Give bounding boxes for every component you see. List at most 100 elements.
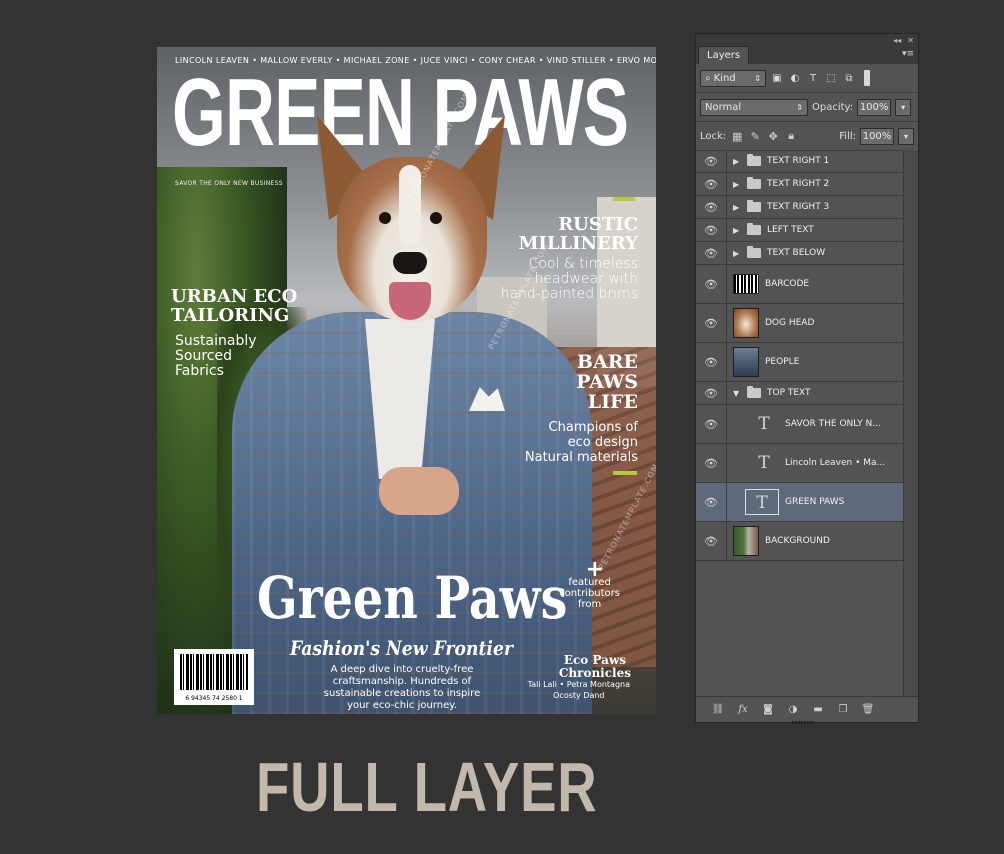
new-layer-icon[interactable]: ❐ [835, 703, 851, 717]
layer-name: TEXT RIGHT 2 [767, 179, 830, 189]
rustic-title: RUSTIC MILLINERY [518, 214, 638, 254]
type-layer-icon: T [758, 453, 770, 473]
resize-grip[interactable] [792, 721, 814, 724]
lock-label: Lock: [700, 130, 727, 142]
type-layer-icon: T [745, 489, 779, 515]
folder-open-icon [747, 386, 761, 398]
layer-text-right-3[interactable]: 👁︎ ▶ TEXT RIGHT 3 [696, 196, 904, 219]
fill-dropdown-icon[interactable]: ▾ [898, 127, 914, 145]
layer-name: Lincoln Leaven • Ma... [785, 458, 886, 468]
layer-name: TEXT BELOW [767, 248, 826, 258]
fill-input[interactable]: 100% [860, 127, 894, 145]
pixel-filter-icon[interactable]: ▣ [770, 71, 784, 85]
visibility-eye-icon[interactable]: 👁︎ [696, 219, 727, 241]
visibility-eye-icon[interactable]: 👁︎ [696, 483, 727, 521]
panel-titlebar: ◂◂ ✕ [696, 34, 918, 46]
updown-icon: ⇕ [754, 73, 761, 83]
barcode-thumbnail [733, 274, 759, 294]
layer-background[interactable]: 👁︎ BACKGROUND [696, 522, 904, 561]
lock-position-icon[interactable]: ✥ [766, 129, 780, 143]
opacity-dropdown-icon[interactable]: ▾ [895, 98, 912, 116]
visibility-eye-icon[interactable]: 👁︎ [696, 343, 727, 381]
adjustment-icon[interactable]: ◑ [785, 703, 801, 717]
layer-green-paws[interactable]: 👁︎ T GREEN PAWS [696, 483, 904, 522]
expand-triangle-icon[interactable]: ▶ [733, 249, 741, 258]
dog-eye-right [430, 212, 442, 224]
expand-triangle-icon[interactable]: ▶ [733, 157, 741, 166]
layers-list: 👁︎ ▶ TEXT RIGHT 1 👁︎ ▶ TEXT RIGHT 2 👁︎ ▶ TE… [696, 150, 904, 561]
layer-text-right-2[interactable]: 👁︎ ▶ TEXT RIGHT 2 [696, 173, 904, 196]
chronicles-names: Tali Lali • Petra Montagna Ocosty Dand [527, 680, 630, 700]
visibility-eye-icon[interactable]: 👁︎ [696, 265, 727, 303]
accent-bar-top [613, 197, 635, 201]
dog-nose [393, 252, 427, 274]
tab-layers[interactable]: Layers [698, 46, 750, 64]
lock-all-icon[interactable]: 🔒︎ [784, 129, 798, 143]
layer-lincoln-text[interactable]: 👁︎ T Lincoln Leaven • Ma... [696, 444, 904, 483]
filter-toggle[interactable] [864, 70, 870, 86]
layers-scrollbar[interactable] [903, 150, 918, 698]
close-icon[interactable]: ✕ [907, 36, 914, 45]
layer-text-right-1[interactable]: 👁︎ ▶ TEXT RIGHT 1 [696, 150, 904, 173]
layer-barcode[interactable]: 👁︎ BARCODE [696, 265, 904, 304]
filter-kind-select[interactable]: ⌕ Kind ⇕ [700, 69, 766, 87]
expand-triangle-icon[interactable]: ▶ [733, 226, 741, 235]
blend-row: Normal ⇕ Opacity: 100% ▾ [696, 93, 918, 122]
trash-icon[interactable]: 🗑︎ [860, 703, 876, 717]
bare-subtitle: Champions of eco design Natural materials [524, 420, 638, 465]
person-hand [379, 467, 459, 515]
layer-name: TEXT RIGHT 3 [767, 202, 830, 212]
lock-transparent-icon[interactable]: ▦ [730, 129, 744, 143]
type-layer-icon: T [758, 414, 770, 434]
visibility-eye-icon[interactable]: 👁︎ [696, 522, 727, 560]
fx-icon[interactable]: fx [735, 703, 751, 717]
layer-left-text[interactable]: 👁︎ ▶ LEFT TEXT [696, 219, 904, 242]
layer-name: DOG HEAD [765, 318, 815, 328]
layers-panel: ◂◂ ✕ Layers ▾≡ ⌕ Kind ⇕ ▣ ◐ T ⬚ ⧉ Normal… [695, 33, 919, 724]
panel-menu-icon[interactable]: ▾≡ [902, 49, 914, 59]
type-filter-icon[interactable]: T [806, 71, 820, 85]
expand-triangle-icon[interactable]: ▶ [733, 180, 741, 189]
link-icon[interactable]: ⛓︎ [710, 703, 726, 717]
dog-eye-left [379, 212, 391, 224]
collapse-icon[interactable]: ◂◂ [893, 36, 901, 45]
panel-footer: ⛓︎ fx ◙ ◑ ▬ ❐ 🗑︎ [696, 696, 918, 724]
layer-savor-text[interactable]: 👁︎ T SAVOR THE ONLY N... [696, 405, 904, 444]
layer-people[interactable]: 👁︎ PEOPLE [696, 343, 904, 382]
bare-title: BARE PAWS LIFE [576, 351, 638, 413]
lock-row: Lock: ▦ ✎ ✥ 🔒︎ Fill: 100% ▾ [696, 122, 918, 151]
mask-icon[interactable]: ◙ [760, 703, 776, 717]
featured-contributors: featured contributors from [559, 577, 620, 610]
opacity-input[interactable]: 100% [857, 98, 892, 116]
magazine-cover: LINCOLN LEAVEN • MALLOW EVERLY • MICHAEL… [157, 47, 656, 714]
savor-line: SAVOR THE ONLY NEW BUSINESS [175, 180, 283, 187]
layer-top-text[interactable]: 👁︎ ▼ TOP TEXT [696, 382, 904, 405]
layer-dog-head[interactable]: 👁︎ DOG HEAD [696, 304, 904, 343]
visibility-eye-icon[interactable]: 👁︎ [696, 173, 727, 195]
smart-object-filter-icon[interactable]: ⧉ [842, 71, 856, 85]
adjustment-filter-icon[interactable]: ◐ [788, 71, 802, 85]
visibility-eye-icon[interactable]: 👁︎ [696, 304, 727, 342]
cover-subtitle: Fashion's New Frontier [290, 636, 513, 660]
blend-mode-select[interactable]: Normal ⇕ [700, 98, 808, 116]
layer-name: BACKGROUND [765, 536, 830, 546]
folder-icon[interactable]: ▬ [810, 703, 826, 717]
visibility-eye-icon[interactable]: 👁︎ [696, 196, 727, 218]
lock-image-icon[interactable]: ✎ [748, 129, 762, 143]
visibility-eye-icon[interactable]: 👁︎ [696, 405, 727, 443]
shape-filter-icon[interactable]: ⬚ [824, 71, 838, 85]
people-thumbnail [733, 347, 759, 377]
visibility-eye-icon[interactable]: 👁︎ [696, 444, 727, 482]
visibility-eye-icon[interactable]: 👁︎ [696, 242, 727, 264]
visibility-eye-icon[interactable]: 👁︎ [696, 150, 727, 172]
masthead: GREEN PAWS [172, 59, 629, 166]
folder-icon [747, 177, 761, 189]
folder-icon [747, 223, 761, 235]
urban-title: URBAN ECO TAILORING [171, 286, 298, 326]
layer-text-below[interactable]: 👁︎ ▶ TEXT BELOW [696, 242, 904, 265]
collapse-triangle-icon[interactable]: ▼ [733, 389, 741, 398]
search-icon: ⌕ [705, 72, 711, 84]
expand-triangle-icon[interactable]: ▶ [733, 203, 741, 212]
visibility-eye-icon[interactable]: 👁︎ [696, 382, 727, 404]
urban-subtitle: Sustainably Sourced Fabrics [175, 333, 257, 379]
